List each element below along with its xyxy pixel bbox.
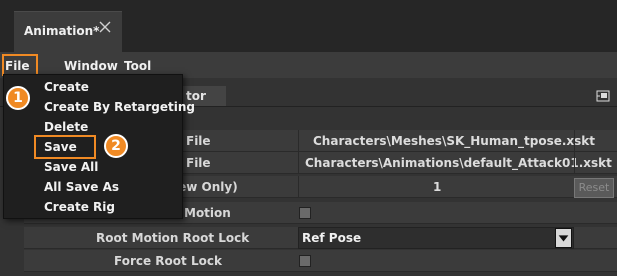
property-label: Motion [184, 206, 231, 220]
root-motion-checkbox[interactable] [299, 207, 311, 219]
step-badge-2: 2 [104, 134, 128, 158]
property-value-cell[interactable]: Characters\Meshes\SK_Human_tpose.xskt [298, 130, 595, 152]
property-value-cell [298, 202, 574, 224]
property-value: Characters\Animations\default_Attack01.x… [305, 156, 612, 170]
force-root-lock-checkbox[interactable] [299, 255, 311, 267]
property-label: File [186, 156, 211, 170]
property-extra-cell [574, 152, 617, 174]
menu-tool[interactable]: Tool [124, 59, 151, 73]
menu-item-save-all[interactable]: Save All [44, 160, 98, 174]
property-extra-cell [574, 130, 617, 152]
menu-item-delete[interactable]: Delete [44, 120, 88, 134]
reset-button[interactable]: Reset [574, 178, 614, 198]
save-highlight [34, 135, 96, 159]
property-value-cell[interactable]: 1 [298, 176, 574, 198]
property-label: Root Motion Root Lock [96, 231, 250, 245]
property-value: 1 [433, 180, 442, 194]
menu-item-create-by-retargeting[interactable]: Create By Retargeting [44, 100, 195, 114]
property-row: Force Root Lock [24, 250, 617, 272]
close-icon[interactable] [98, 20, 112, 34]
tab-title: Animation* [24, 24, 100, 38]
file-menu-highlight [2, 54, 38, 76]
dock-icon[interactable] [596, 90, 610, 102]
property-label: Force Root Lock [114, 254, 222, 268]
property-label: iew Only) [174, 180, 238, 194]
root-lock-dropdown[interactable]: Ref Pose [298, 227, 574, 249]
chevron-down-icon[interactable] [555, 228, 572, 248]
property-value: Characters\Meshes\SK_Human_tpose.xskt [313, 134, 596, 148]
menu-item-create[interactable]: Create [44, 80, 89, 94]
property-value-cell[interactable]: Characters\Animations\default_Attack01.x… [298, 152, 612, 174]
dropdown-value: Ref Pose [302, 231, 362, 245]
tab-animation[interactable]: Animation* [14, 11, 122, 52]
menu-item-create-rig[interactable]: Create Rig [44, 200, 115, 214]
menu-window[interactable]: Window [64, 59, 118, 73]
menu-item-all-save-as[interactable]: All Save As [44, 180, 119, 194]
property-label: File [186, 134, 211, 148]
step-badge-1: 1 [6, 86, 30, 110]
